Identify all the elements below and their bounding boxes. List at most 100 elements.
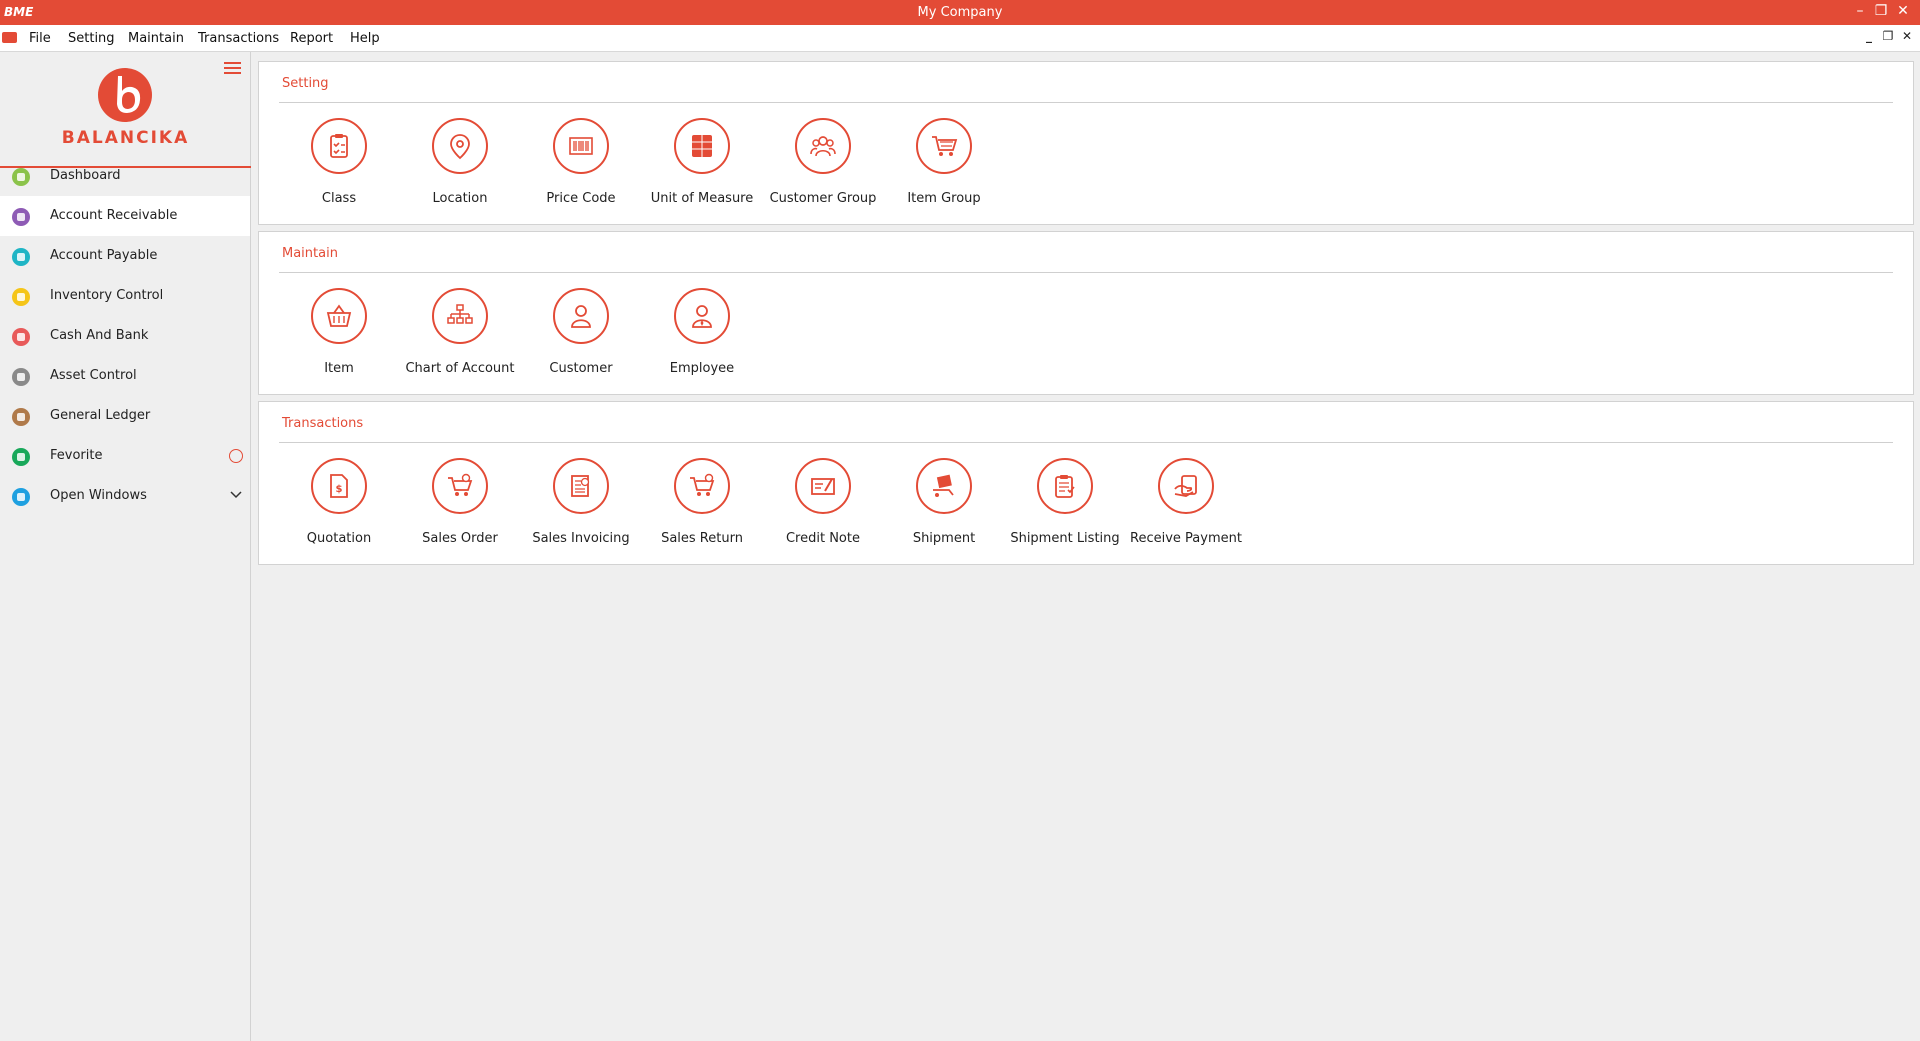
menu-report[interactable]: Report	[290, 31, 333, 46]
tile-label: Item	[324, 361, 354, 376]
sidebar-item-label: Cash And Bank	[50, 328, 149, 343]
dashboard-icon	[12, 168, 30, 186]
mdi-minimize-icon[interactable]: _	[1862, 29, 1876, 43]
star-icon	[12, 448, 30, 466]
tile-label: Sales Invoicing	[532, 531, 630, 546]
tile-receive-payment[interactable]: Receive Payment	[1126, 458, 1246, 558]
tile-label: Chart of Account	[405, 361, 515, 376]
clipboard-check-icon	[311, 118, 367, 174]
tile-location[interactable]: Location	[400, 118, 520, 218]
panel-divider	[279, 442, 1893, 443]
tile-label: Location	[432, 191, 488, 206]
sidebar-item-general-ledger[interactable]: General Ledger	[0, 396, 250, 436]
quotation-document-icon: $	[311, 458, 367, 514]
tile-chart-of-account[interactable]: Chart of Account	[400, 288, 520, 388]
tile-item[interactable]: Item	[279, 288, 399, 388]
tile-label: Employee	[669, 361, 735, 376]
tile-employee[interactable]: Employee	[642, 288, 762, 388]
panel-divider	[279, 272, 1893, 273]
tile-shipment[interactable]: Shipment	[884, 458, 1004, 558]
sidebar-item-open-windows[interactable]: Open Windows	[0, 476, 250, 516]
tile-sales-invoicing[interactable]: Sales Invoicing	[521, 458, 641, 558]
account-receivable-icon	[12, 208, 30, 226]
tile-label: Shipment	[912, 531, 976, 546]
invoice-icon	[553, 458, 609, 514]
receive-payment-icon	[1158, 458, 1214, 514]
sidebar-item-asset-control[interactable]: Asset Control	[0, 356, 250, 396]
sidebar: BALANCIKA Dashboard Account Receivable A…	[0, 52, 251, 1041]
sidebar-item-account-receivable[interactable]: Account Receivable	[0, 196, 250, 236]
tile-label: Customer	[549, 361, 613, 376]
sidebar-item-label: Inventory Control	[50, 288, 164, 303]
menu-setting[interactable]: Setting	[68, 31, 115, 46]
sidebar-item-label: Fevorite	[50, 448, 103, 463]
panel-title: Setting	[282, 76, 329, 91]
sidebar-item-dashboard[interactable]: Dashboard	[0, 156, 250, 196]
close-icon[interactable]: ✕	[1894, 2, 1912, 20]
cart-return-icon	[674, 458, 730, 514]
tile-label: Credit Note	[785, 531, 860, 546]
user-icon	[553, 288, 609, 344]
transactions-panel: Transactions $ Quotation Sales Order Sal…	[258, 401, 1914, 565]
org-chart-icon	[432, 288, 488, 344]
tile-sales-return[interactable]: Sales Return	[642, 458, 762, 558]
sidebar-item-cash-and-bank[interactable]: Cash And Bank	[0, 316, 250, 356]
sidebar-item-account-payable[interactable]: Account Payable	[0, 236, 250, 276]
tile-credit-note[interactable]: Credit Note	[763, 458, 883, 558]
tile-label: Price Code	[546, 191, 616, 206]
user-group-icon	[795, 118, 851, 174]
favorite-badge-icon[interactable]	[229, 449, 243, 463]
asset-clock-icon	[12, 368, 30, 386]
setting-panel: Setting Class Location Price Code Unit o…	[258, 61, 1914, 225]
sidebar-item-label: Asset Control	[50, 368, 137, 383]
credit-note-icon	[795, 458, 851, 514]
restore-icon[interactable]: ❐	[1872, 2, 1890, 20]
panel-title: Transactions	[282, 416, 364, 431]
tile-quotation[interactable]: $ Quotation	[279, 458, 399, 558]
minimize-icon[interactable]: –	[1851, 2, 1869, 20]
tile-class[interactable]: Class	[279, 118, 399, 218]
tile-unit-of-measure[interactable]: Unit of Measure	[642, 118, 762, 218]
tile-customer[interactable]: Customer	[521, 288, 641, 388]
menu-file[interactable]: File	[29, 31, 51, 46]
sidebar-item-label: Open Windows	[50, 488, 147, 503]
balancika-logo-icon	[98, 68, 152, 122]
tile-label: Unit of Measure	[650, 191, 754, 206]
sidebar-item-inventory-control[interactable]: Inventory Control	[0, 276, 250, 316]
sidebar-nav: Dashboard Account Receivable Account Pay…	[0, 156, 250, 516]
menu-bar: File Setting Maintain Transactions Repor…	[0, 25, 1920, 52]
menu-maintain[interactable]: Maintain	[128, 31, 184, 46]
tile-label: Class	[321, 191, 357, 206]
menu-transactions[interactable]: Transactions	[198, 31, 279, 46]
mdi-restore-icon[interactable]: ❐	[1881, 29, 1895, 43]
mdi-close-icon[interactable]: ✕	[1900, 29, 1914, 43]
app-menu-icon[interactable]	[2, 32, 17, 43]
title-bar: BME My Company – ❐ ✕	[0, 0, 1920, 25]
menu-help[interactable]: Help	[350, 31, 380, 46]
tile-item-group[interactable]: Item Group	[884, 118, 1004, 218]
maintain-panel: Maintain Item Chart of Account Customer …	[258, 231, 1914, 395]
tile-customer-group[interactable]: Customer Group	[763, 118, 883, 218]
chevron-down-icon[interactable]	[228, 486, 244, 502]
panel-title: Maintain	[282, 246, 338, 261]
svg-text:$: $	[336, 484, 343, 495]
account-payable-icon	[12, 248, 30, 266]
unit-measure-icon	[674, 118, 730, 174]
brand-name: BALANCIKA	[61, 128, 190, 148]
windows-icon	[12, 488, 30, 506]
tile-shipment-listing[interactable]: Shipment Listing	[1005, 458, 1125, 558]
tile-price-code[interactable]: Price Code	[521, 118, 641, 218]
tile-label: Quotation	[306, 531, 372, 546]
tile-label: Receive Payment	[1130, 531, 1242, 546]
sidebar-item-label: Dashboard	[50, 168, 121, 183]
tile-sales-order[interactable]: Sales Order	[400, 458, 520, 558]
tile-label: Item Group	[907, 191, 981, 206]
employee-icon	[674, 288, 730, 344]
sidebar-item-fevorite[interactable]: Fevorite	[0, 436, 250, 476]
inventory-icon	[12, 288, 30, 306]
location-pin-icon	[432, 118, 488, 174]
ledger-icon	[12, 408, 30, 426]
brand-logo: BALANCIKA	[0, 66, 251, 168]
sidebar-item-label: Account Receivable	[50, 208, 178, 223]
window-title: My Company	[917, 5, 1003, 20]
